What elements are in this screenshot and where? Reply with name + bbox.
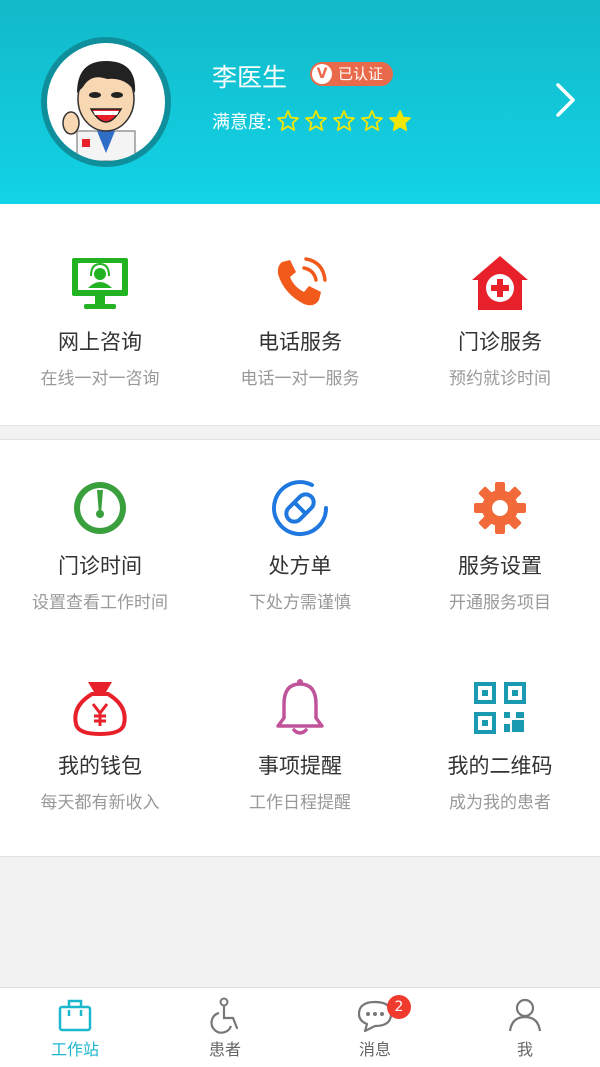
- tile-subtitle: 开通服务项目: [449, 593, 551, 613]
- profile-header[interactable]: 李医生 V 已认证 满意度:: [0, 0, 600, 204]
- tile-title: 事项提醒: [258, 754, 342, 778]
- doctor-name: 李医生: [212, 63, 288, 92]
- tab-workstation[interactable]: 工作站: [0, 988, 150, 1067]
- tab-label: 我: [516, 1040, 533, 1059]
- star-outline-icon: [276, 109, 300, 133]
- tools-panel: 门诊时间 设置查看工作时间 处方单 下处方需谨慎 服务设置 开通服务项目 我的钱…: [0, 439, 600, 857]
- tab-label: 患者: [208, 1040, 241, 1059]
- qr-code-icon: [474, 682, 526, 734]
- tile-subtitle: 在线一对一咨询: [40, 369, 160, 389]
- bell-icon: [276, 679, 324, 735]
- tab-label: 工作站: [50, 1040, 99, 1059]
- prescription-tile[interactable]: 处方单 下处方需谨慎: [200, 476, 400, 613]
- phone-service-tile[interactable]: 电话服务 电话一对一服务: [200, 252, 400, 389]
- wheelchair-icon: [210, 997, 239, 1034]
- tab-patients[interactable]: 患者: [150, 988, 300, 1067]
- briefcase-icon: [58, 999, 92, 1032]
- clinic-hours-tile[interactable]: 门诊时间 设置查看工作时间: [0, 476, 200, 613]
- qr-code-tile[interactable]: 我的二维码 成为我的患者: [400, 676, 600, 813]
- service-panel: 网上咨询 在线一对一咨询 电话服务 电话一对一服务 门诊服务 预约就诊时间: [0, 204, 600, 426]
- tile-subtitle: 工作日程提醒: [249, 793, 351, 813]
- star-filled-icon: [388, 109, 412, 133]
- doctor-avatar-icon: [62, 61, 136, 161]
- tile-subtitle: 下处方需谨慎: [249, 593, 351, 613]
- chevron-right-icon[interactable]: [553, 80, 579, 120]
- verified-badge: V 已认证: [310, 62, 394, 86]
- tile-title: 门诊时间: [58, 554, 142, 578]
- pill-icon: [272, 480, 328, 537]
- tile-title: 电话服务: [258, 330, 342, 354]
- tab-label: 消息: [358, 1040, 391, 1059]
- tile-title: 服务设置: [458, 554, 542, 578]
- tile-title: 我的钱包: [58, 754, 142, 778]
- clock-icon: [74, 482, 126, 534]
- tile-subtitle: 每天都有新收入: [40, 793, 160, 813]
- monitor-headset-icon: [72, 258, 128, 309]
- message-count-badge: 2: [387, 995, 411, 1019]
- tile-title: 处方单: [268, 554, 332, 578]
- money-bag-icon: [73, 682, 127, 737]
- tile-subtitle: 预约就诊时间: [449, 369, 551, 389]
- service-settings-tile[interactable]: 服务设置 开通服务项目: [400, 476, 600, 613]
- wallet-tile[interactable]: 我的钱包 每天都有新收入: [0, 676, 200, 813]
- star-outline-icon: [332, 109, 356, 133]
- gear-icon: [474, 482, 526, 534]
- online-consult-tile[interactable]: 网上咨询 在线一对一咨询: [0, 252, 200, 389]
- tile-title: 门诊服务: [458, 330, 542, 354]
- bottom-tab-bar: 工作站 患者 消息 我: [0, 987, 600, 1067]
- person-icon: [508, 998, 542, 1032]
- satisfaction-label: 满意度:: [212, 112, 273, 133]
- verified-badge-label: 已认证: [338, 65, 384, 83]
- verified-v-icon: V: [312, 64, 332, 84]
- satisfaction-rating: 满意度:: [212, 108, 412, 134]
- rating-stars: [276, 109, 412, 133]
- tab-messages[interactable]: 消息: [300, 988, 450, 1067]
- clinic-service-tile[interactable]: 门诊服务 预约就诊时间: [400, 252, 600, 389]
- tile-subtitle: 电话一对一服务: [240, 369, 360, 389]
- reminder-tile[interactable]: 事项提醒 工作日程提醒: [200, 676, 400, 813]
- star-outline-icon: [360, 109, 384, 133]
- tab-me[interactable]: 我: [450, 988, 600, 1067]
- tile-title: 网上咨询: [58, 330, 142, 354]
- tile-subtitle: 成为我的患者: [449, 793, 551, 813]
- hospital-icon: [472, 256, 528, 310]
- tile-subtitle: 设置查看工作时间: [32, 593, 168, 613]
- avatar[interactable]: [41, 37, 171, 167]
- phone-call-icon: [277, 257, 327, 306]
- star-outline-icon: [304, 109, 328, 133]
- tile-title: 我的二维码: [447, 754, 553, 778]
